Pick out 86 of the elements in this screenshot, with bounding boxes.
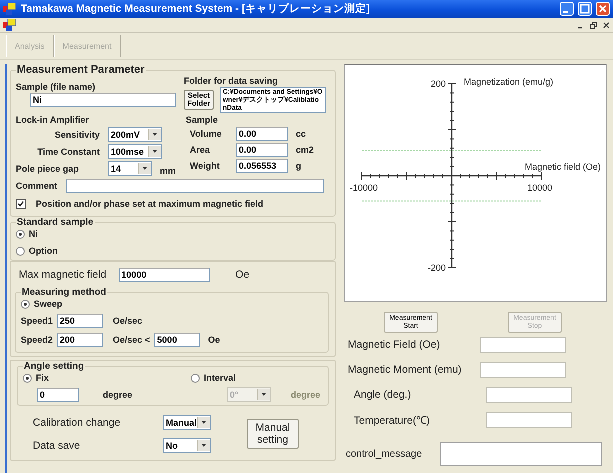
input-field[interactable]: 0.00: [236, 143, 288, 157]
input-field[interactable]: 0.056553: [236, 159, 288, 173]
message-field[interactable]: [440, 442, 602, 466]
unit-label: degree: [103, 390, 134, 400]
field-label: Pole piece gap: [16, 164, 80, 174]
caret-icon: [148, 146, 161, 157]
dropdown[interactable]: 100mse: [108, 144, 162, 159]
readout-field[interactable]: [480, 337, 566, 353]
dropdown[interactable]: 14: [108, 161, 152, 176]
input-field[interactable]: 0: [37, 388, 79, 402]
radio-button[interactable]: [191, 374, 200, 382]
app-icon: [3, 2, 17, 16]
axis-label: Magnetization (emu/g): [464, 77, 554, 87]
window-title: Tamakawa Magnetic Measurement System - [キャリブレーション測定]: [21, 2, 371, 16]
input-field[interactable]: 0.00: [236, 127, 288, 141]
input-field[interactable]: 200: [57, 333, 104, 347]
radio-label: Fix: [36, 373, 50, 383]
radio-button[interactable]: [21, 300, 30, 308]
restore-icon[interactable]: [590, 22, 597, 28]
field-label: Volume: [189, 129, 223, 139]
field-label: Speed1: [21, 316, 54, 326]
tick-label: 200: [430, 79, 446, 89]
group-title: Standard sample: [16, 217, 95, 228]
tick-label: -200: [428, 263, 446, 273]
field-label: Comment: [16, 181, 58, 191]
unit-label: Oe: [236, 269, 250, 281]
group-title: Angle setting: [23, 361, 86, 372]
readout-label: control_message: [346, 448, 424, 460]
checkbox-label: Position and/or phase set at maximum magnetic field: [36, 199, 264, 209]
readout-field[interactable]: [486, 387, 572, 403]
input-field[interactable]: Ni: [30, 93, 176, 107]
readout-field[interactable]: [486, 412, 572, 428]
input-field[interactable]: 250: [57, 314, 104, 328]
readout-field[interactable]: [480, 362, 566, 378]
caret-icon: [148, 129, 161, 140]
group-title: Measurement Parameter: [16, 64, 146, 76]
radio-button[interactable]: [16, 230, 25, 238]
input-field[interactable]: 10000: [118, 268, 210, 282]
unit-label: Oe/sec <: [113, 335, 150, 345]
caret-icon: [197, 440, 210, 451]
maximize-icon[interactable]: [578, 2, 592, 16]
axis-label: Magnetic field (Oe): [524, 162, 601, 172]
input-field[interactable]: [66, 179, 324, 193]
field-label: Weight: [189, 161, 221, 171]
unit-label: degree: [291, 390, 321, 400]
group-title: Measuring method: [21, 287, 108, 298]
unit-label: Oe/sec: [113, 316, 143, 326]
close-icon[interactable]: [603, 22, 610, 28]
field-label: Sample (file name): [16, 82, 97, 92]
dropdown[interactable]: 200mV: [108, 127, 162, 142]
section-label: Lock-in Amplifier: [16, 115, 90, 125]
section-label: Sample: [186, 115, 220, 125]
readout-label: Magnetic Field (Oe): [348, 339, 442, 351]
field-label: Sensitivity: [54, 130, 100, 140]
radio-button[interactable]: [23, 374, 32, 382]
radio-label: Sweep: [34, 299, 63, 309]
caret-icon: [197, 417, 210, 428]
input-field[interactable]: 5000: [154, 333, 200, 347]
readout-label: Angle (deg.): [353, 389, 412, 401]
radio-label: Interval: [204, 373, 236, 383]
dropdown[interactable]: Manual: [163, 415, 211, 430]
dropdown[interactable]: No: [163, 438, 211, 453]
caret-icon: [257, 389, 270, 400]
tick-label: -10000: [350, 183, 378, 193]
field-label: Speed2: [21, 335, 54, 345]
manual-setting-button[interactable]: Manual setting: [247, 419, 299, 449]
readout-label: Temperature(℃): [353, 414, 431, 427]
field-label: Data save: [33, 440, 82, 452]
field-label: Folder for data saving: [184, 76, 280, 86]
unit-label: cc: [296, 129, 306, 139]
field-label: Calibration change: [33, 416, 122, 428]
unit-label: cm2: [296, 145, 314, 155]
radio-label: Ni: [29, 229, 38, 239]
field-label: Area: [189, 145, 212, 155]
unit-label: Oe: [208, 335, 220, 345]
field-label: Max magnetic field: [19, 269, 107, 281]
unit-label: mm: [160, 166, 176, 176]
radio-button[interactable]: [16, 246, 25, 256]
app-icon: [3, 18, 17, 32]
field-label: Time Constant: [36, 146, 100, 156]
caret-icon: [138, 163, 151, 174]
readout-label: Magnetic Moment (emu): [348, 364, 463, 376]
radio-label: Option: [29, 246, 58, 256]
unit-label: g: [296, 161, 302, 171]
tick-label: 10000: [527, 183, 553, 193]
checkbox[interactable]: [16, 199, 26, 209]
